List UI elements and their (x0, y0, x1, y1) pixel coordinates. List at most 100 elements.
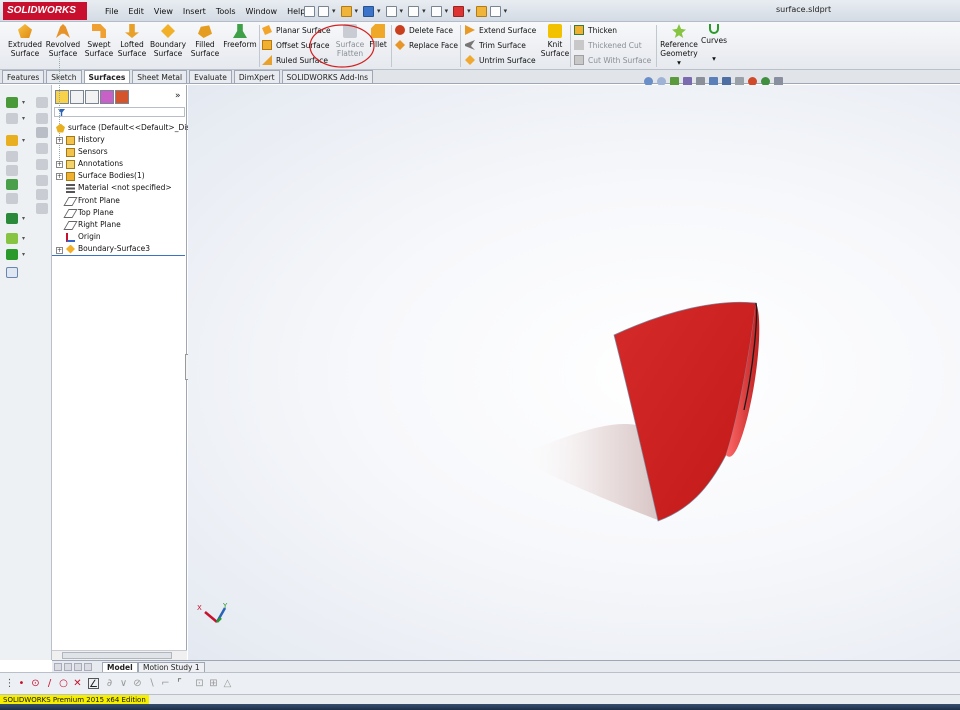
plane-icon[interactable] (6, 165, 18, 176)
offset-entities-icon[interactable] (36, 203, 48, 214)
chevron-down-icon[interactable]: ▾ (400, 7, 404, 15)
tree-item-boundary-surface3[interactable]: Boundary-Surface3 (66, 243, 150, 255)
text-icon[interactable] (36, 175, 48, 186)
grid-icon[interactable]: ⊡ (194, 678, 205, 689)
property-manager-tab-icon[interactable] (70, 90, 84, 104)
chevron-down-icon[interactable]: ▾ (422, 7, 426, 15)
cut-with-surface-button[interactable]: Cut With Surface (574, 53, 651, 67)
reference-geometry-icon[interactable] (6, 233, 18, 244)
smart-relation-icon[interactable]: ⊘ (132, 678, 143, 689)
chevron-down-icon[interactable]: ▾ (377, 7, 381, 15)
rectangle-icon[interactable] (36, 113, 48, 124)
thicken-button[interactable]: Thicken (574, 23, 617, 37)
tree-item-material[interactable]: Material <not specified> (66, 182, 172, 194)
tab-sheet-metal[interactable]: Sheet Metal (132, 70, 188, 83)
tree-item-surface-bodies[interactable]: Surface Bodies(1) (66, 170, 145, 182)
line-icon[interactable]: / (44, 678, 55, 689)
parallel-icon[interactable]: ∖ (146, 678, 157, 689)
chevron-down-icon[interactable]: ▾ (712, 54, 716, 63)
menu-edit[interactable]: Edit (123, 7, 149, 16)
freeform-button[interactable]: Freeform (222, 24, 258, 49)
scrollbar-thumb[interactable] (62, 652, 172, 659)
tree-item-front-plane[interactable]: Front Plane (63, 195, 120, 207)
delete-face-button[interactable]: Delete Face (395, 23, 453, 37)
lofted-surface-button[interactable]: Lofted Surface (116, 24, 148, 58)
expand-toggle[interactable]: + (56, 137, 63, 144)
feature-tree-tab-icon[interactable] (55, 90, 69, 104)
tree-horizontal-scrollbar[interactable] (52, 650, 187, 660)
chevron-down-icon[interactable]: ▾ (677, 58, 681, 67)
options-icon[interactable] (489, 5, 501, 17)
curves-button[interactable]: Curves ▾ (700, 24, 728, 63)
convert-entities-icon[interactable] (6, 193, 18, 204)
horizontal-relation-icon[interactable]: ∂ (104, 678, 115, 689)
trim-entities-icon[interactable] (36, 189, 48, 200)
first-tab-icon[interactable] (54, 663, 62, 671)
configuration-manager-tab-icon[interactable] (85, 90, 99, 104)
tree-item-right-plane[interactable]: Right Plane (63, 219, 121, 231)
undo-icon[interactable] (408, 5, 420, 17)
check-relation-icon[interactable]: ∨ (118, 678, 129, 689)
thickened-cut-button[interactable]: Thickened Cut (574, 38, 642, 52)
trim-surface-button[interactable]: Trim Surface (465, 38, 526, 52)
last-tab-icon[interactable] (84, 663, 92, 671)
curves-icon[interactable] (6, 249, 18, 260)
extruded-surface-button[interactable]: Extruded Surface (5, 24, 45, 58)
dimension-icon[interactable]: ⌜ (174, 678, 185, 689)
circle-icon[interactable] (36, 127, 48, 138)
tab-surfaces[interactable]: Surfaces (83, 70, 131, 83)
dimxpert-manager-tab-icon[interactable] (100, 90, 114, 104)
menu-insert[interactable]: Insert (178, 7, 211, 16)
menu-view[interactable]: View (149, 7, 178, 16)
tab-dimxpert[interactable]: DimXpert (233, 70, 280, 83)
chevron-down-icon[interactable]: ▾ (445, 7, 449, 15)
next-tab-icon[interactable] (74, 663, 82, 671)
point-icon[interactable] (6, 179, 18, 190)
replace-face-button[interactable]: Replace Face (395, 38, 458, 52)
menu-window[interactable]: Window (241, 7, 283, 16)
rectangle-icon[interactable]: ⌐ (160, 678, 171, 689)
tree-filter[interactable] (54, 107, 185, 117)
revolved-surface-button[interactable]: Revolved Surface (45, 24, 81, 58)
tree-item-sensors[interactable]: Sensors (66, 146, 108, 158)
boundary-surface-button[interactable]: Boundary Surface (149, 24, 187, 58)
point-icon[interactable]: • (16, 678, 27, 689)
tree-item-top-plane[interactable]: Top Plane (63, 207, 114, 219)
previous-tab-icon[interactable] (64, 663, 72, 671)
polygon-icon[interactable] (6, 151, 18, 162)
tree-root-part[interactable]: surface (Default<<Default>_Disp (56, 122, 195, 134)
rebuild-icon[interactable] (453, 5, 465, 17)
expand-toggle[interactable]: + (56, 247, 63, 254)
instant-3d-icon[interactable] (6, 267, 18, 278)
expand-toggle[interactable]: + (56, 173, 63, 180)
triangle-icon[interactable]: △ (222, 678, 233, 689)
file-properties-icon[interactable] (475, 5, 487, 17)
save-icon[interactable] (363, 5, 375, 17)
fillet-sketch-icon[interactable] (36, 159, 48, 170)
chevron-down-icon[interactable]: ▾ (355, 7, 359, 15)
extend-surface-button[interactable]: Extend Surface (465, 23, 536, 37)
menu-file[interactable]: File (100, 7, 123, 16)
sketch-icon[interactable] (6, 97, 18, 108)
line-icon[interactable] (6, 113, 18, 124)
menu-tools[interactable]: Tools (211, 7, 241, 16)
tree-item-origin[interactable]: Origin (66, 231, 101, 243)
chevron-down-icon[interactable]: ▾ (332, 7, 336, 15)
tab-solidworks-add-ins[interactable]: SOLIDWORKS Add-Ins (281, 70, 374, 83)
select-arrow-icon[interactable] (430, 5, 442, 17)
tab-features[interactable]: Features (2, 70, 45, 83)
hatch-icon[interactable]: ⊞ (208, 678, 219, 689)
model-surface[interactable] (188, 85, 960, 660)
smart-dimension-icon[interactable] (36, 97, 48, 108)
more-tabs-button[interactable]: » (175, 91, 181, 101)
cross-icon[interactable]: ✕ (72, 678, 83, 689)
ellipse-icon[interactable]: ○ (58, 678, 69, 689)
open-folder-icon[interactable] (340, 5, 352, 17)
circle-icon[interactable]: ⊙ (30, 678, 41, 689)
untrim-surface-button[interactable]: Untrim Surface (465, 53, 536, 67)
knit-surface-button[interactable]: Knit Surface (540, 24, 570, 58)
arc-icon[interactable] (6, 135, 18, 146)
print-icon[interactable] (385, 5, 397, 17)
solidworks-logo[interactable]: SOLIDWORKS (3, 2, 87, 20)
tree-item-history[interactable]: History (66, 134, 105, 146)
